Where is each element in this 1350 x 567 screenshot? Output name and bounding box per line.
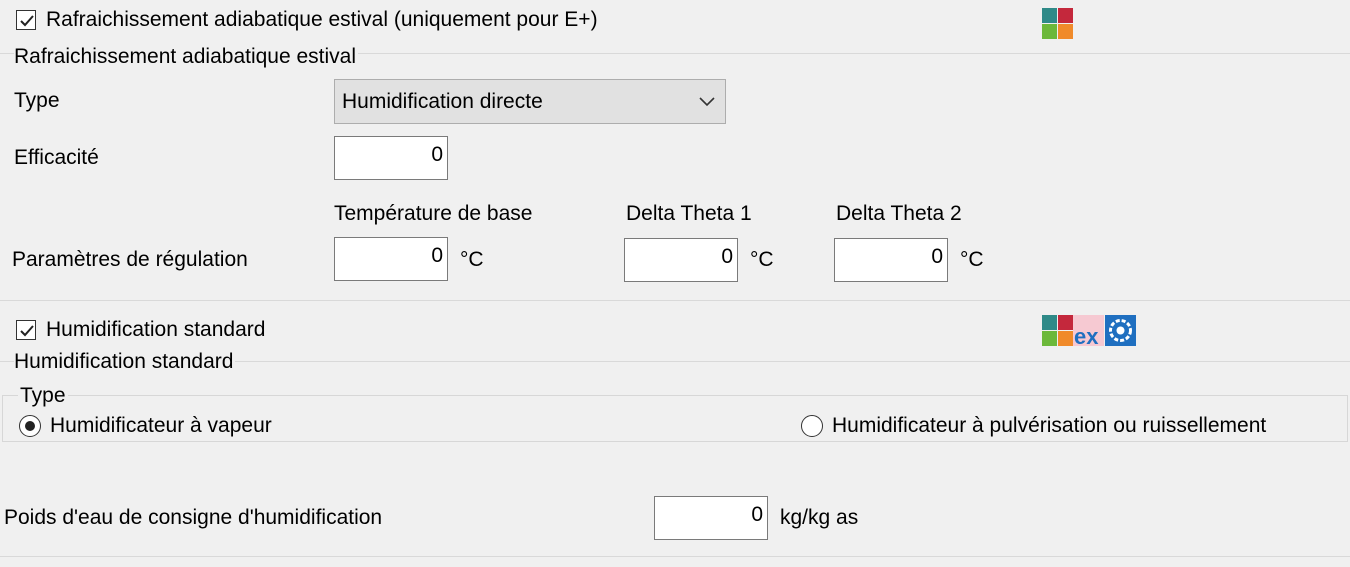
regulation-label: Paramètres de régulation — [12, 248, 248, 271]
adiabatic-cooling-checkbox[interactable] — [16, 10, 36, 30]
humidification-standard-checkbox-label[interactable]: Humidification standard — [46, 318, 265, 342]
temp-base-unit: °C — [460, 248, 484, 271]
energyplus-logo-icon — [1042, 315, 1073, 346]
type-select-value: Humidification directe — [342, 90, 543, 113]
type-label: Type — [14, 89, 60, 112]
svg-text:ex: ex — [1074, 324, 1099, 346]
adiabatic-cooling-group-title: Rafraichissement adiabatique estival — [14, 45, 359, 69]
efficacite-label: Efficacité — [14, 146, 99, 169]
adiabatic-cooling-checkbox-label[interactable]: Rafraichissement adiabatique estival (un… — [46, 8, 598, 32]
delta-theta-2-header: Delta Theta 2 — [836, 202, 962, 225]
delta-theta-2-input[interactable]: 0 — [834, 238, 948, 282]
energyplus-logo-icon — [1042, 8, 1073, 39]
delta-theta-1-unit: °C — [750, 248, 774, 271]
type-groupbox-label: Type — [18, 384, 68, 408]
delta-theta-2-unit: °C — [960, 248, 984, 271]
delta-theta-1-input[interactable]: 0 — [624, 238, 738, 282]
type-select[interactable]: Humidification directe — [334, 79, 726, 124]
poids-eau-input[interactable]: 0 — [654, 496, 768, 540]
checkmark-icon — [20, 325, 34, 337]
humidification-standard-checkbox[interactable] — [16, 320, 36, 340]
radio-humidificateur-vapeur-label[interactable]: Humidificateur à vapeur — [50, 414, 272, 438]
radio-humidificateur-pulverisation[interactable] — [801, 415, 823, 437]
efficacite-input[interactable]: 0 — [334, 136, 448, 180]
radio-humidificateur-pulverisation-label[interactable]: Humidificateur à pulvérisation ou ruisse… — [832, 414, 1266, 438]
temp-base-header: Température de base — [334, 202, 533, 225]
radio-humidificateur-vapeur[interactable] — [19, 415, 41, 437]
poids-eau-label: Poids d'eau de consigne d'humidification — [4, 506, 383, 529]
checkmark-icon — [20, 15, 34, 27]
ex-logo-icon: ex — [1073, 315, 1104, 349]
poids-eau-unit: kg/kg as — [780, 506, 859, 529]
humidification-standard-group-title: Humidification standard — [14, 350, 236, 374]
blue-gear-logo-icon — [1105, 315, 1136, 346]
delta-theta-1-header: Delta Theta 1 — [626, 202, 752, 225]
temp-base-input[interactable]: 0 — [334, 237, 448, 281]
chevron-down-icon — [699, 97, 715, 107]
